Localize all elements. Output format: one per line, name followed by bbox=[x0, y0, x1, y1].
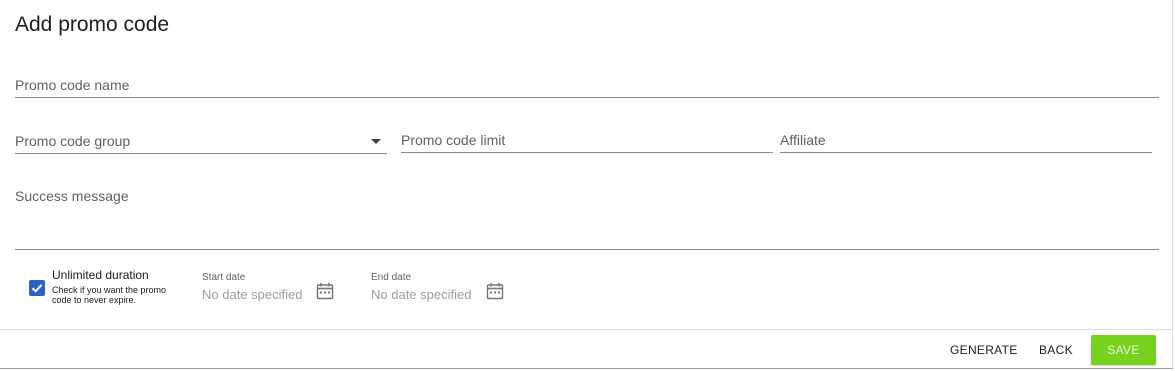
unlimited-duration-checkbox[interactable] bbox=[29, 280, 45, 296]
calendar-icon[interactable] bbox=[316, 282, 334, 300]
save-button[interactable]: SAVE bbox=[1091, 335, 1156, 365]
chevron-down-icon[interactable] bbox=[371, 139, 381, 144]
check-icon bbox=[31, 284, 43, 293]
start-date-label: Start date bbox=[202, 272, 246, 283]
promo-code-name-label: Promo code name bbox=[15, 77, 130, 93]
promo-code-name-field[interactable]: Promo code name bbox=[15, 72, 1159, 98]
start-date-input[interactable]: No date specified bbox=[202, 287, 302, 302]
unlimited-duration-label: Unlimited duration bbox=[52, 268, 149, 282]
promo-code-limit-label: Promo code limit bbox=[401, 132, 506, 148]
end-date-label: End date bbox=[371, 272, 412, 283]
generate-button[interactable]: GENERATE bbox=[950, 343, 1018, 357]
promo-code-group-select[interactable]: Promo code group bbox=[15, 128, 387, 154]
add-promo-code-dialog: Add promo code Promo code name Promo cod… bbox=[0, 0, 1173, 369]
promo-code-group-label: Promo code group bbox=[15, 133, 131, 149]
end-date-input[interactable]: No date specified bbox=[371, 287, 471, 302]
affiliate-label: Affiliate bbox=[780, 132, 826, 148]
actions-divider bbox=[0, 329, 1173, 330]
calendar-icon[interactable] bbox=[486, 282, 504, 300]
dialog-title: Add promo code bbox=[15, 13, 170, 36]
promo-code-limit-field[interactable]: Promo code limit bbox=[401, 127, 773, 153]
back-button[interactable]: BACK bbox=[1039, 343, 1073, 357]
success-message-field[interactable]: Success message bbox=[15, 183, 1159, 250]
success-message-label: Success message bbox=[15, 188, 129, 204]
affiliate-field[interactable]: Affiliate bbox=[780, 127, 1152, 153]
unlimited-duration-help: Check if you want the promo code to neve… bbox=[52, 285, 167, 305]
